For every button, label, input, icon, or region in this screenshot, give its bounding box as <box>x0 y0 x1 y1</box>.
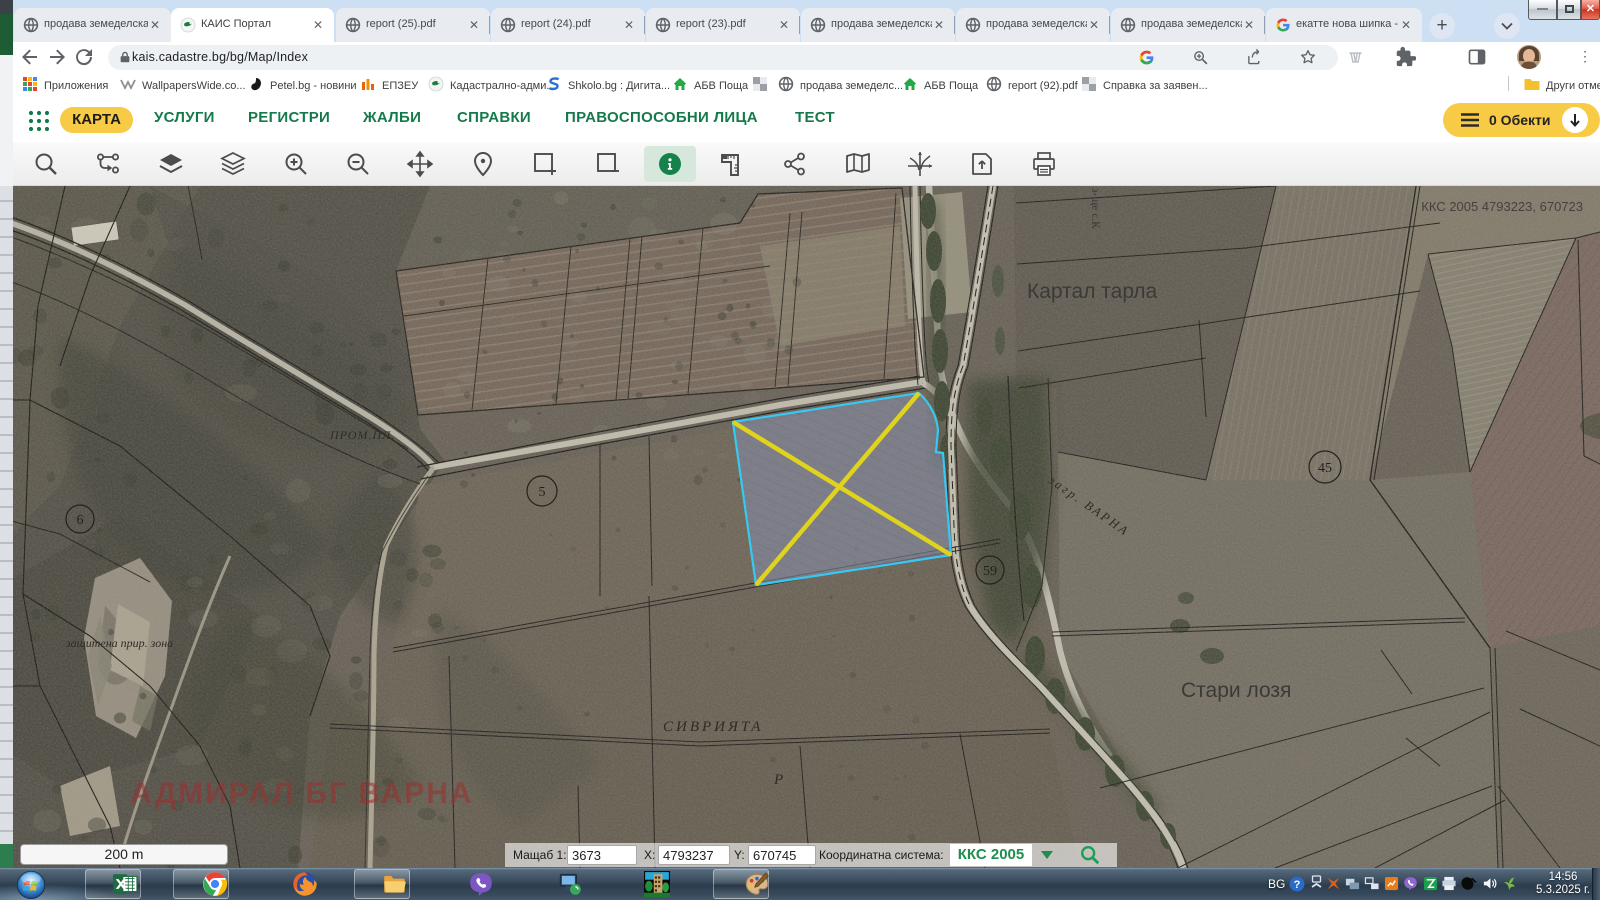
svg-text:ПРОМ.ПЛ.: ПРОМ.ПЛ. <box>329 428 395 442</box>
svg-text:защитена прир. зона: защитена прир. зона <box>65 636 173 650</box>
svg-text:?: ? <box>1294 879 1301 891</box>
svg-text:ККС 2005 4793223, 670723: ККС 2005 4793223, 670723 <box>1421 199 1583 214</box>
svg-text:СИВРИЯТА: СИВРИЯТА <box>663 719 763 735</box>
svg-text:6: 6 <box>77 513 84 528</box>
svg-text:5: 5 <box>539 485 546 500</box>
svg-text:Стари лозя: Стари лозя <box>1181 679 1291 702</box>
svg-text:з-ще с.К: з-ще с.К <box>1089 188 1101 229</box>
svg-text:45: 45 <box>1318 461 1332 476</box>
svg-text:59: 59 <box>983 564 997 579</box>
svg-text:АДМИРАЛ БГ ВАРНА: АДМИРАЛ БГ ВАРНА <box>130 777 474 810</box>
svg-text:Р: Р <box>773 772 783 788</box>
svg-text:Картал тарла: Картал тарла <box>1027 280 1158 303</box>
